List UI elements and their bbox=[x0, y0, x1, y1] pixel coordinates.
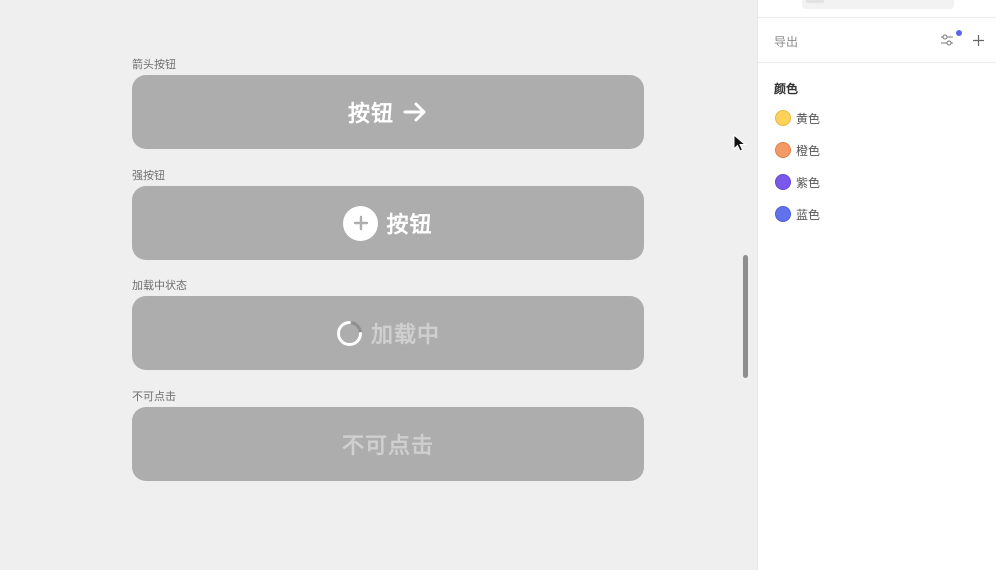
color-label: 紫色 bbox=[796, 175, 821, 190]
group-label-arrow-button: 箭头按钮 bbox=[132, 58, 176, 71]
mouse-cursor-icon bbox=[732, 133, 748, 152]
color-item-orange[interactable]: 橙色 bbox=[775, 140, 820, 160]
loading-button-label: 加载中 bbox=[370, 323, 440, 348]
color-label: 蓝色 bbox=[796, 207, 821, 222]
strong-button-label: 按钮 bbox=[386, 213, 433, 238]
purple-swatch bbox=[775, 174, 791, 190]
filter-indicator-dot bbox=[956, 30, 962, 36]
arrow-button[interactable]: 按钮 bbox=[132, 75, 644, 149]
color-label: 黄色 bbox=[796, 111, 821, 126]
orange-swatch bbox=[775, 142, 791, 158]
right-panel: 导出 颜色 黄色 橙色 紫色 蓝色 bbox=[757, 0, 996, 570]
add-icon[interactable] bbox=[972, 32, 985, 46]
group-label-strong-button: 强按钮 bbox=[132, 169, 165, 182]
color-item-yellow[interactable]: 黄色 bbox=[775, 108, 820, 128]
filter-settings-icon[interactable] bbox=[940, 32, 954, 46]
color-item-purple[interactable]: 紫色 bbox=[775, 172, 820, 192]
color-item-blue[interactable]: 蓝色 bbox=[775, 204, 820, 224]
plus-circle-icon bbox=[343, 205, 379, 241]
arrow-button-label: 按钮 bbox=[347, 102, 394, 127]
top-field-chip bbox=[806, 0, 824, 3]
blue-swatch bbox=[775, 206, 791, 222]
strong-button[interactable]: 按钮 bbox=[132, 186, 644, 260]
export-title: 导出 bbox=[774, 35, 799, 49]
yellow-swatch bbox=[775, 110, 791, 126]
panel-divider-export bbox=[758, 62, 996, 63]
group-label-loading-state: 加载中状态 bbox=[132, 279, 187, 292]
color-label: 橙色 bbox=[796, 143, 821, 158]
disabled-button: 不可点击 bbox=[132, 407, 644, 481]
colors-section-title: 颜色 bbox=[774, 82, 799, 96]
top-input-field[interactable] bbox=[802, 0, 954, 9]
canvas-scrollbar[interactable] bbox=[743, 255, 748, 378]
group-label-disabled: 不可点击 bbox=[132, 390, 176, 403]
panel-divider-top bbox=[758, 17, 996, 18]
disabled-button-label: 不可点击 bbox=[341, 434, 434, 459]
design-canvas: 箭头按钮 按钮 强按钮 按钮 加载中状态 加载中 不可点击 不可点击 bbox=[0, 0, 757, 570]
arrow-right-icon bbox=[402, 99, 428, 125]
loading-button: 加载中 bbox=[132, 296, 644, 370]
spinner-icon bbox=[336, 320, 363, 347]
